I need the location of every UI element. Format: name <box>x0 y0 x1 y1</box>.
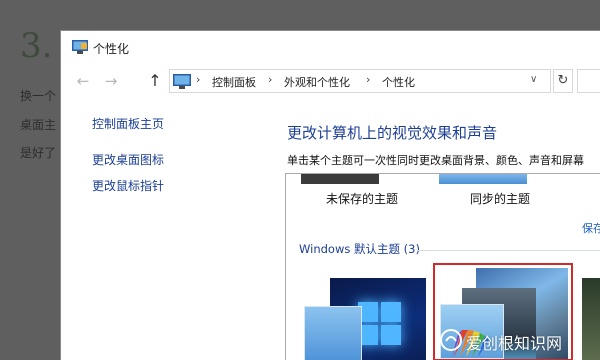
save-theme-link[interactable]: 保存 <box>582 220 600 236</box>
article-line: 换一个 <box>20 89 57 103</box>
sidebar-item-control-panel-home[interactable]: 控制面板主页 <box>92 115 164 132</box>
navigation-bar: ← → ↑ › 控制面板 › 外观和个性化 › 个性化 ∨ ↻ <box>61 67 600 95</box>
theme-tile-windows[interactable] <box>300 278 428 360</box>
sidebar-item-change-desktop-icons[interactable]: 更改桌面图标 <box>92 151 164 168</box>
article-line: 桌面主 <box>20 118 57 132</box>
theme-name-synced[interactable]: 同步的主题 <box>470 190 530 207</box>
breadcrumb-personalization[interactable]: 个性化 <box>382 74 415 90</box>
breadcrumb-separator-icon: › <box>196 73 201 86</box>
windows-default-themes-heading: Windows 默认主题 (3) <box>299 242 420 256</box>
watermark-logo-icon <box>440 329 462 351</box>
article-line: 是好了 <box>20 146 57 160</box>
window-title: 个性化 <box>93 42 130 56</box>
article-heading: 3. <box>20 26 53 66</box>
refresh-button[interactable]: ↻ <box>553 69 573 93</box>
breadcrumb-control-panel[interactable]: 控制面板 <box>212 74 256 90</box>
back-arrow-icon[interactable]: ← <box>73 71 93 91</box>
page-description: 单击某个主题可一次性同时更改桌面背景、颜色、声音和屏幕 <box>287 154 584 167</box>
theme-thumbnail-synced[interactable] <box>439 174 527 184</box>
title-bar[interactable]: 个性化 <box>61 31 600 65</box>
theme-name-unsaved[interactable]: 未保存的主题 <box>326 190 398 207</box>
watermark-text: 爱创根知识网 <box>466 334 563 353</box>
sidebar-item-change-mouse-pointer[interactable]: 更改鼠标指针 <box>92 177 164 194</box>
address-dropdown-icon[interactable]: ∨ <box>530 74 537 85</box>
group-divider <box>418 250 600 251</box>
windows-logo-icon <box>358 302 402 346</box>
personalization-icon <box>72 40 88 54</box>
theme-tile-flowers[interactable] <box>582 278 600 360</box>
search-input[interactable] <box>577 69 600 93</box>
up-arrow-icon[interactable]: ↑ <box>145 71 165 91</box>
breadcrumb-appearance[interactable]: 外观和个性化 <box>284 74 350 90</box>
forward-arrow-icon[interactable]: → <box>101 71 121 91</box>
breadcrumb-separator-icon: › <box>366 73 371 86</box>
breadcrumb-separator-icon: › <box>268 73 273 86</box>
address-bar[interactable]: › 控制面板 › 外观和个性化 › 个性化 ∨ <box>169 69 551 93</box>
personalization-window: 个性化 ← → ↑ › 控制面板 › 外观和个性化 › 个性化 ∨ ↻ 控制面板… <box>60 30 600 360</box>
theme-thumbnail-unsaved[interactable] <box>301 174 379 184</box>
page-title: 更改计算机上的视觉效果和声音 <box>287 124 498 142</box>
control-panel-icon <box>173 74 191 89</box>
